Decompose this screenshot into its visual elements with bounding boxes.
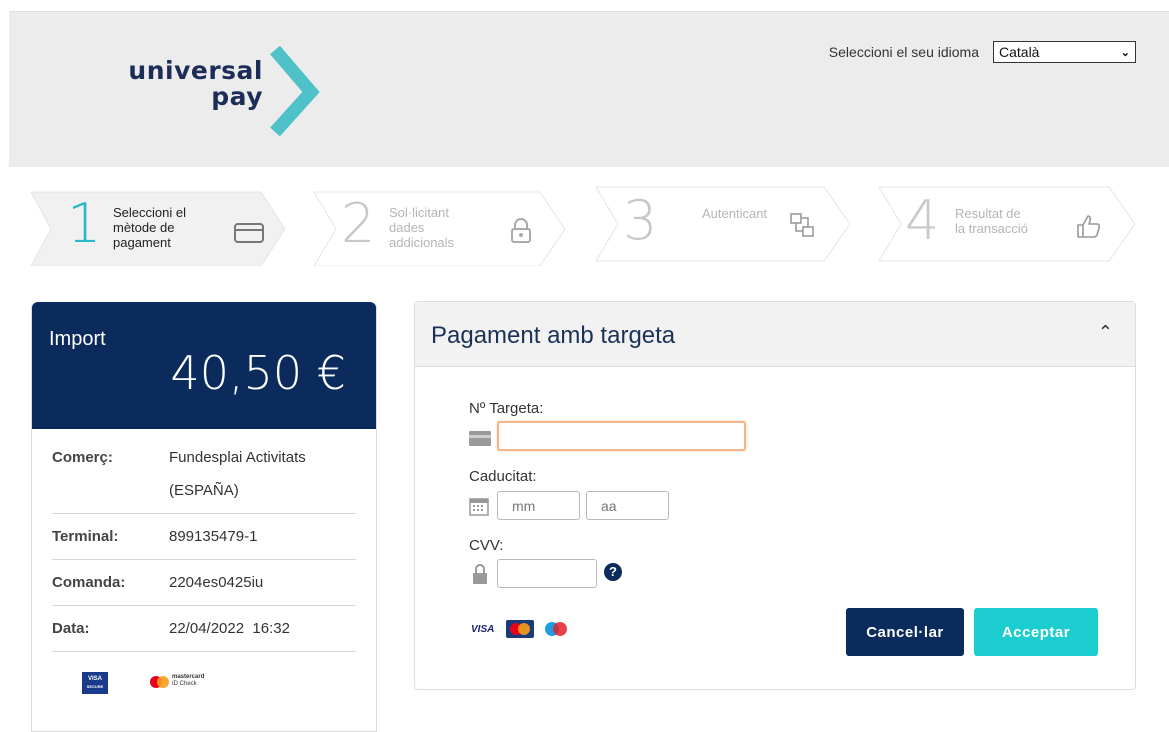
logo-chevron-icon [270, 46, 320, 136]
step-1-label-line: Seleccioni el [113, 205, 186, 220]
step-2-number: 2 [341, 192, 376, 255]
amount-box: Import 40,50 € [32, 302, 376, 429]
card-number-label: Nº Targeta: [469, 400, 544, 417]
step-2-label: Sol·licitant dades addicionals [389, 205, 454, 250]
step-3-label-line: Autenticant [702, 206, 768, 221]
step-4-label: Resultat de la transacció [955, 206, 1028, 236]
order-key: Comanda: [52, 573, 126, 591]
secure-logos: VISA SECURE mastercard ID Check [32, 652, 376, 712]
step-2-label-line: dades [389, 220, 425, 235]
mastercard-circles-icon [150, 676, 169, 688]
step-1-label-line: mètode de [113, 220, 175, 235]
terminal-value: 899135479-1 [169, 528, 258, 545]
chevron-down-icon: ⌄ [1120, 46, 1130, 59]
language-selected: Català [999, 44, 1040, 60]
step-1-number: 1 [67, 192, 102, 255]
logo-text-line1: universal [128, 56, 263, 85]
step-1-label: Seleccioni el mètode de pagament [113, 205, 186, 250]
visa-secure-subtext: SECURE [86, 684, 104, 689]
step-3-label: Autenticant [702, 206, 767, 221]
merchant-value-line: Fundesplai Activitats [169, 449, 306, 466]
merchant-value-line: (ESPAÑA) [169, 482, 239, 499]
date-key: Data: [52, 619, 90, 637]
step-2-label-line: addicionals [389, 235, 455, 250]
maestro-logo [545, 622, 567, 636]
mastercard-text: mastercard [172, 674, 205, 680]
mastercard-logo [506, 620, 534, 638]
step-3-number: 3 [623, 189, 658, 252]
merchant-value: Fundesplai Activitats (ESPAÑA) [169, 441, 356, 507]
lock-icon [473, 564, 487, 584]
step-1: 1 Seleccioni el mètode de pagament [31, 186, 291, 266]
order-row: Comanda: 2204es0425iu [52, 560, 356, 606]
card-number-input[interactable] [497, 421, 746, 451]
card-payment-header[interactable]: Pagament amb targeta ⌃ [415, 302, 1135, 367]
header: universal pay Seleccioni el seu idioma C… [9, 11, 1169, 167]
mastercard-id-check-text: mastercard ID Check [172, 674, 204, 688]
authentication-icon [790, 213, 814, 237]
terminal-key: Terminal: [52, 527, 119, 545]
merchant-row: Comerç: Fundesplai Activitats (ESPAÑA) [52, 429, 356, 514]
expiry-year-input[interactable]: aa [586, 491, 669, 520]
order-details: Comerç: Fundesplai Activitats (ESPAÑA) T… [52, 429, 356, 652]
step-1-label-line: pagament [113, 235, 171, 250]
language-label: Seleccioni el seu idioma [828, 44, 979, 60]
universal-pay-logo: universal pay [127, 46, 327, 136]
step-4: 4 Resultat de la transacció [879, 186, 1141, 266]
card-icon [234, 223, 264, 243]
expiry-month-placeholder: mm [512, 497, 536, 514]
date-row: Data: 22/04/2022 16:32 [52, 606, 356, 652]
cancel-button[interactable]: Cancel·lar [846, 608, 964, 656]
visa-logo: VISA [471, 624, 495, 635]
expiry-year-placeholder: aa [601, 497, 617, 514]
visa-secure-text: VISA [87, 676, 102, 682]
lock-icon [511, 218, 531, 243]
date-value: 22/04/2022 16:32 [169, 620, 290, 637]
card-icon [469, 431, 491, 446]
id-check-text: ID Check [172, 681, 197, 687]
step-2: 2 Sol·licitant dades addicionals [314, 186, 574, 266]
step-4-number: 4 [905, 189, 940, 252]
cvv-input[interactable] [497, 559, 597, 588]
card-payment-panel: Pagament amb targeta ⌃ Nº Targeta: Caduc… [414, 301, 1136, 690]
mastercard-id-check-logo: mastercard ID Check [150, 674, 220, 690]
card-payment-title: Pagament amb targeta [431, 322, 676, 349]
language-selector: Seleccioni el seu idioma Català ⌄ [829, 41, 1136, 63]
accept-button[interactable]: Acceptar [974, 608, 1098, 656]
expiry-month-input[interactable]: mm [497, 491, 580, 520]
order-value: 2204es0425iu [169, 574, 264, 591]
merchant-key: Comerç: [52, 449, 113, 466]
logo-text-line2: pay [211, 82, 263, 111]
step-4-label-line: la transacció [955, 221, 1028, 236]
cvv-label: CVV: [469, 537, 504, 554]
step-4-label-line: Resultat de [955, 206, 1021, 221]
order-summary-panel: Import 40,50 € Comerç: Fundesplai Activi… [31, 302, 377, 732]
step-3: 3 Autenticant [596, 186, 856, 266]
amount-label: Import [49, 328, 106, 350]
progress-steps: 1 Seleccioni el mètode de pagament 2 Sol… [31, 186, 1141, 268]
visa-secure-logo: VISA SECURE [82, 672, 108, 694]
language-dropdown[interactable]: Català ⌄ [993, 41, 1136, 63]
cvv-help-icon[interactable]: ? [604, 563, 622, 581]
step-2-label-line: Sol·licitant [389, 205, 449, 220]
amount-value: 40,50 € [170, 346, 346, 400]
terminal-row: Terminal: 899135479-1 [52, 514, 356, 560]
chevron-up-icon[interactable]: ⌃ [1098, 322, 1113, 343]
calendar-icon [469, 498, 489, 516]
expiry-label: Caducitat: [469, 468, 537, 485]
thumbs-up-icon [1077, 215, 1101, 238]
